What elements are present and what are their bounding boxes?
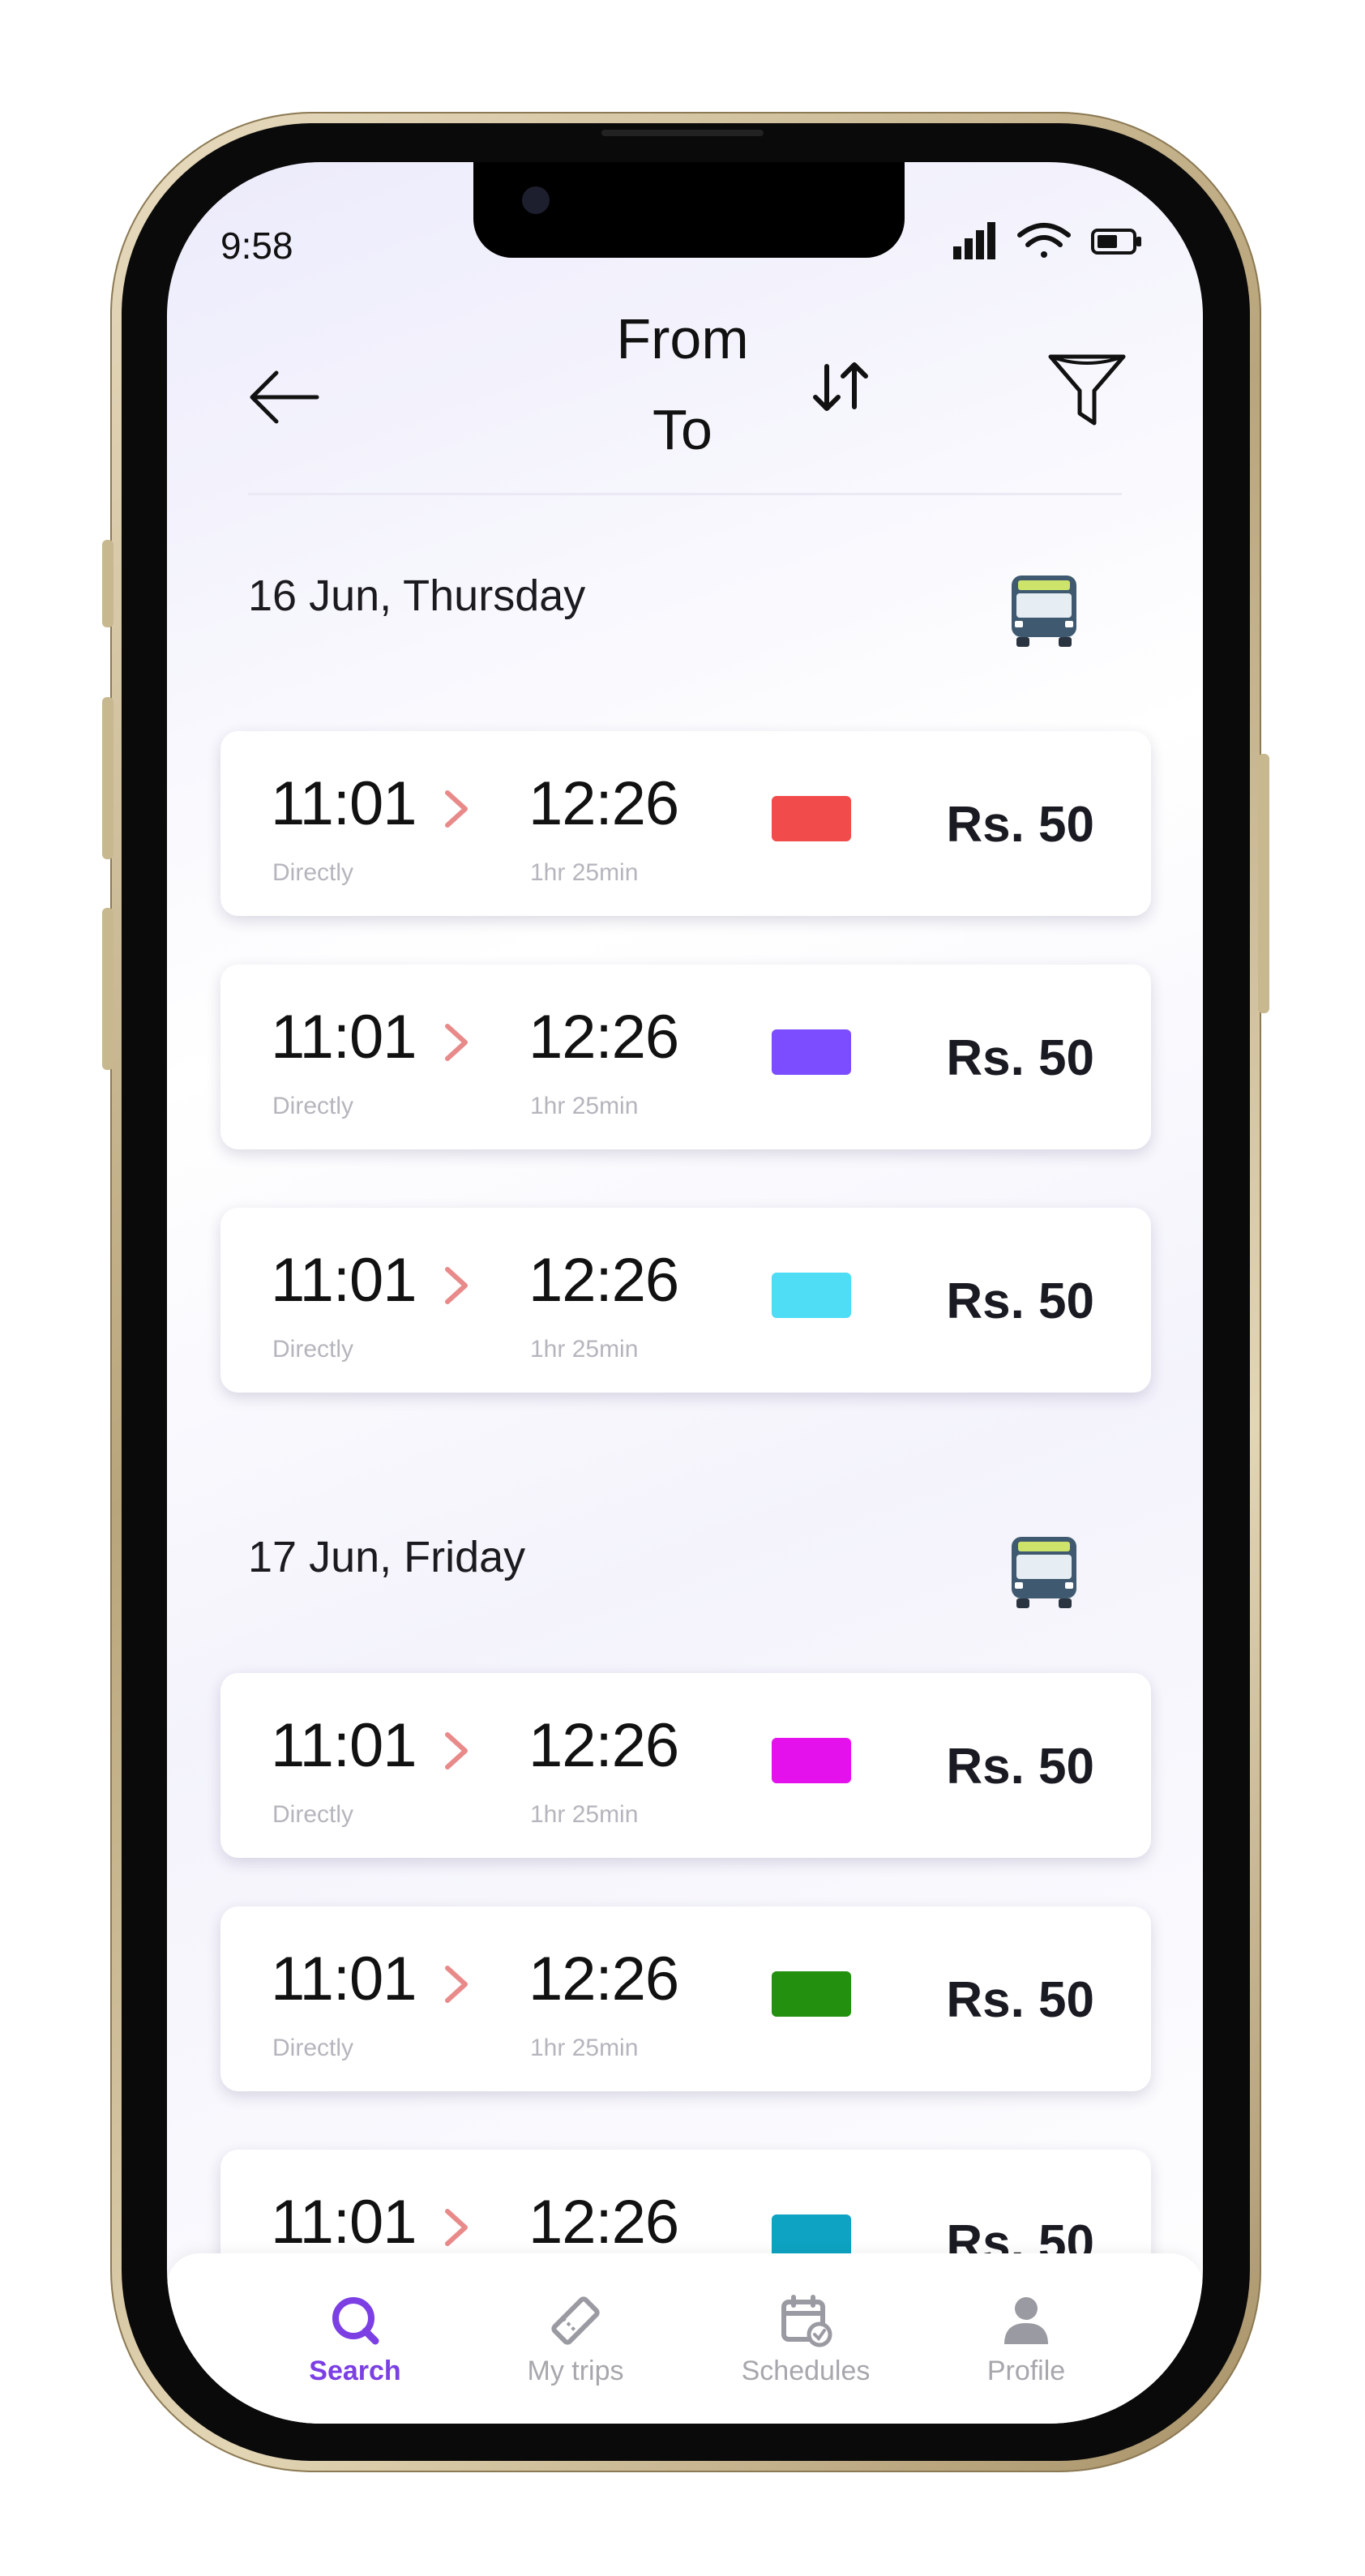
trip-duration: 1hr 25min [530, 859, 639, 886]
trip-duration: 1hr 25min [530, 2035, 639, 2061]
back-arrow-icon[interactable] [244, 357, 325, 438]
arrival-time: 12:26 [528, 769, 679, 838]
status-icons [953, 222, 1141, 259]
chevron-right-icon [445, 2209, 468, 2246]
route-type: Directly [272, 859, 354, 886]
trip-duration: 1hr 25min [530, 1093, 639, 1119]
tab-label: Search [309, 2356, 401, 2386]
chevron-right-icon [445, 790, 468, 828]
from-field[interactable]: From [520, 306, 845, 371]
front-camera [522, 186, 550, 214]
ticket-icon [551, 2296, 600, 2345]
tab-my-trips[interactable]: My trips [478, 2292, 673, 2406]
trip-card[interactable]: 11:01 12:26 Directly 1hr 25min Rs. 50 [220, 731, 1151, 916]
earpiece-speaker [601, 130, 764, 136]
volume-down-button [102, 908, 113, 1070]
tab-label: Profile [986, 2356, 1066, 2386]
to-field[interactable]: To [520, 397, 845, 462]
section-date: 16 Jun, Thursday [248, 571, 586, 620]
route-type: Directly [272, 1336, 354, 1363]
notch [473, 162, 905, 258]
trip-card[interactable]: 11:01 12:26 Directly 1hr 25min Rs. 50 [220, 1208, 1151, 1393]
mute-switch [102, 540, 113, 627]
departure-time: 11:01 [271, 1246, 417, 1315]
header-divider [248, 493, 1122, 495]
trip-card[interactable]: 11:01 12:26 Directly 1hr 25min Rs. 50 [220, 1673, 1151, 1858]
trip-duration: 1hr 25min [530, 1801, 639, 1828]
departure-time: 11:01 [271, 2188, 417, 2257]
bus-icon [1012, 576, 1076, 647]
filter-icon[interactable] [1042, 345, 1132, 434]
chevron-right-icon [445, 1024, 468, 1061]
section-date: 17 Jun, Friday [248, 1533, 526, 1581]
app-screen: 9:58 From To 16 Jun, Thursday 11:01 12:2… [167, 162, 1203, 2424]
tab-search[interactable]: Search [258, 2292, 452, 2406]
trip-price: Rs. 50 [946, 1739, 1094, 1795]
trip-price: Rs. 50 [946, 1972, 1094, 2028]
bottom-tab-bar: Search My trips Schedules Profile [167, 2253, 1203, 2424]
arrival-time: 12:26 [528, 2188, 679, 2257]
tab-label: My trips [527, 2356, 624, 2386]
wifi-icon [1017, 223, 1071, 258]
route-type: Directly [272, 1801, 354, 1828]
trip-card[interactable]: 11:01 12:26 Directly 1hr 25min Rs. 50 [220, 965, 1151, 1149]
volume-up-button [102, 697, 113, 859]
line-color-swatch [772, 1971, 851, 2017]
power-button [1258, 754, 1269, 1013]
arrival-time: 12:26 [528, 1711, 679, 1780]
departure-time: 11:01 [271, 1711, 417, 1780]
bus-icon [1012, 1537, 1076, 1608]
trip-card[interactable]: 11:01 12:26 Directly 1hr 25min Rs. 50 [220, 1906, 1151, 2091]
route-type: Directly [272, 1093, 354, 1119]
status-time: 9:58 [220, 225, 293, 267]
line-color-swatch [772, 796, 851, 841]
trip-price: Rs. 50 [946, 1030, 1094, 1086]
calendar-icon [781, 2295, 832, 2347]
route-type: Directly [272, 2035, 354, 2061]
tab-label: Schedules [741, 2356, 871, 2386]
tab-schedules[interactable]: Schedules [708, 2292, 903, 2406]
departure-time: 11:01 [271, 1003, 417, 1072]
arrival-time: 12:26 [528, 1003, 679, 1072]
chevron-right-icon [445, 1966, 468, 2003]
trip-duration: 1hr 25min [530, 1336, 639, 1363]
arrival-time: 12:26 [528, 1246, 679, 1315]
swap-icon[interactable] [804, 350, 877, 423]
chevron-right-icon [445, 1732, 468, 1769]
chevron-right-icon [445, 1267, 468, 1304]
trip-price: Rs. 50 [946, 1273, 1094, 1329]
line-color-swatch [772, 1029, 851, 1075]
search-icon [332, 2297, 379, 2345]
tab-profile[interactable]: Profile [929, 2292, 1123, 2406]
signal-icon [953, 222, 995, 259]
battery-icon [1091, 229, 1141, 255]
departure-time: 11:01 [271, 1945, 417, 2013]
departure-time: 11:01 [271, 769, 417, 838]
trip-price: Rs. 50 [946, 797, 1094, 853]
person-icon [1004, 2297, 1048, 2344]
line-color-swatch [772, 1738, 851, 1783]
arrival-time: 12:26 [528, 1945, 679, 2013]
line-color-swatch [772, 1273, 851, 1318]
